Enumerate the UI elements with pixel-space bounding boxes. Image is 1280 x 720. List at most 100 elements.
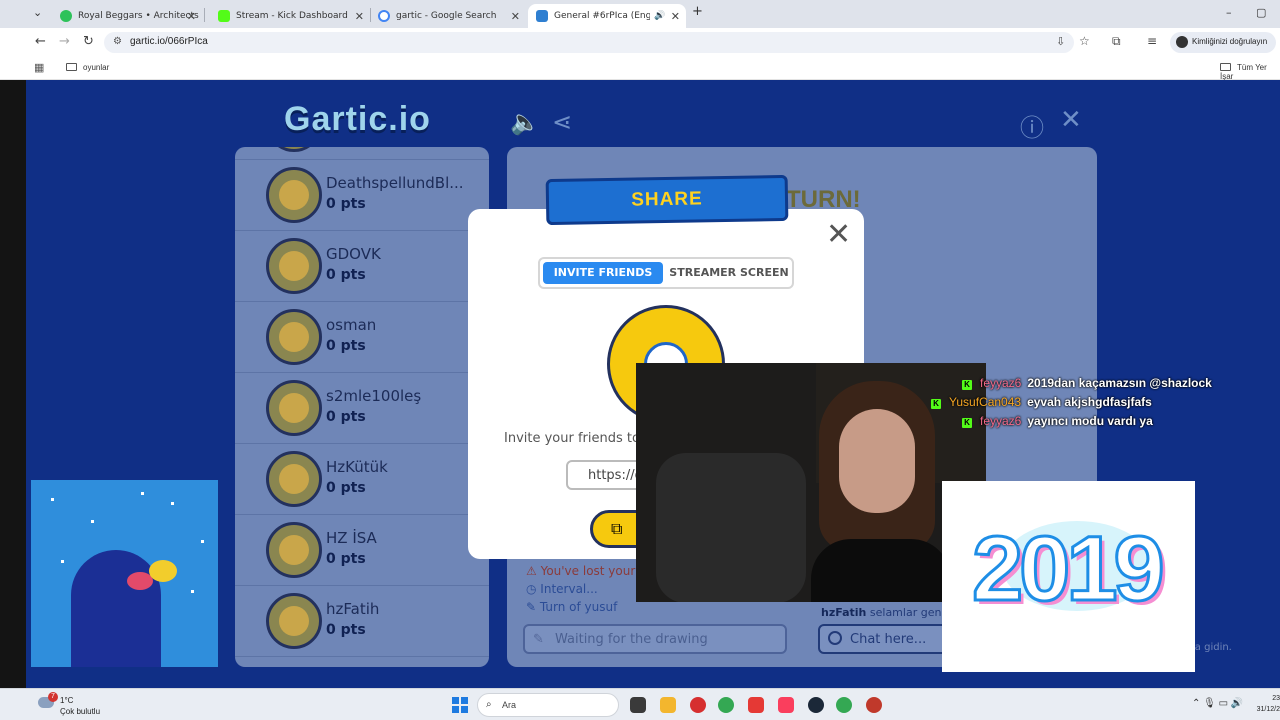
- app-icon[interactable]: [866, 697, 882, 713]
- stream-chat-message: Kfeyyaz6 yayıncı modu vardı ya: [930, 414, 1230, 433]
- player-points: 0 pts: [326, 480, 366, 496]
- player-points: 0 pts: [326, 196, 366, 212]
- bookmark-star-icon[interactable]: ☆: [1079, 34, 1090, 48]
- close-modal-icon[interactable]: ✕: [826, 220, 851, 250]
- copy-icon: ⧉: [611, 519, 623, 538]
- pencil-icon: ✎: [533, 632, 544, 647]
- flash-app-icon[interactable]: [748, 697, 764, 713]
- player-row: osman 0 pts: [235, 302, 489, 373]
- app-red-icon[interactable]: [690, 697, 706, 713]
- status-turn-of: ✎ Turn of yusuf: [526, 600, 618, 614]
- chrome-icon[interactable]: [718, 697, 734, 713]
- player-avatar: [266, 309, 322, 365]
- chrome-icon-2[interactable]: [836, 697, 852, 713]
- tab-invite-friends[interactable]: INVITE FRIENDS: [543, 262, 663, 284]
- media-control-icon[interactable]: ≡: [1147, 34, 1157, 48]
- answer-input[interactable]: ✎ Waiting for the drawing: [523, 624, 787, 654]
- apps-grid-icon[interactable]: ▦: [34, 61, 44, 74]
- player-name: s2mle100leş: [326, 387, 422, 405]
- weather-badge: 7: [48, 692, 58, 702]
- folder-icon: [1220, 63, 1231, 71]
- tab-royal-beggars[interactable]: Royal Beggars • Architects ✕: [52, 4, 202, 28]
- volume-icon[interactable]: 🔈: [510, 108, 540, 136]
- player-row: HZ İSA 0 pts: [235, 515, 489, 586]
- clock[interactable]: 23 31/12/2: [1250, 693, 1280, 715]
- player-avatar: [266, 451, 322, 507]
- chat-input[interactable]: Chat here...: [818, 624, 958, 654]
- info-icon[interactable]: ⓘ: [1020, 108, 1044, 143]
- new-tab-icon[interactable]: +: [692, 4, 703, 19]
- taskbar-search[interactable]: ⌕ Ara: [477, 693, 619, 717]
- speaker-icon[interactable]: 🔊: [654, 11, 665, 21]
- url-field[interactable]: ⚙ gartic.io/066rPIca: [104, 32, 1074, 53]
- player-points: 0 pts: [326, 338, 366, 354]
- reload-icon[interactable]: ↻: [83, 34, 94, 49]
- player-points: 0 pts: [326, 267, 366, 283]
- player-name: DeathspellundBl...: [326, 174, 464, 192]
- share-tab-switch: INVITE FRIENDS STREAMER SCREEN: [538, 257, 794, 289]
- screen-edge: [0, 80, 26, 688]
- new-year-2019-card: 2019: [942, 481, 1195, 672]
- music-app-icon[interactable]: [778, 697, 794, 713]
- kick-badge-icon: K: [962, 380, 972, 390]
- system-tray[interactable]: ⌃ 🎙 ▭ 🔊: [1192, 698, 1243, 709]
- bookmark-folder-all[interactable]: Tüm Yer İşar: [1220, 63, 1280, 81]
- tab-title: gartic - Google Search: [396, 11, 497, 21]
- identity-verify-button[interactable]: Kimliğinizi doğrulayın: [1170, 32, 1276, 53]
- invite-text: Invite your friends to: [504, 431, 640, 446]
- bookmark-folder-oyunlar[interactable]: oyunlar: [66, 63, 109, 72]
- player-name: hzFatih: [326, 600, 380, 618]
- kick-favicon-icon: [218, 10, 230, 22]
- player-row: GDOVK 0 pts: [235, 231, 489, 302]
- player-name: HZ İSA: [326, 529, 377, 547]
- maximize-icon[interactable]: ▢: [1256, 6, 1266, 19]
- forward-icon[interactable]: →: [59, 34, 70, 49]
- player-avatar: [266, 593, 322, 649]
- tab-kick-dashboard[interactable]: Stream - Kick Dashboard ✕: [210, 4, 370, 28]
- back-icon[interactable]: ←: [35, 34, 46, 49]
- address-bar-row: ← → ↻ ⚙ gartic.io/066rPIca ⇩ ☆ ⧉ ≡ Kimli…: [0, 28, 1280, 56]
- task-view-icon[interactable]: [630, 697, 646, 713]
- player-avatar: [266, 167, 322, 223]
- share-icon[interactable]: ⋖: [552, 108, 572, 136]
- player-row: [235, 147, 489, 160]
- site-info-icon[interactable]: ⚙: [113, 36, 122, 47]
- player-avatar: [266, 238, 322, 294]
- tab-streamer-screen[interactable]: STREAMER SCREEN: [668, 262, 790, 284]
- answer-placeholder: Waiting for the drawing: [555, 632, 708, 647]
- player-name: HzKütük: [326, 458, 388, 476]
- share-title-banner: SHARE: [545, 174, 789, 226]
- install-app-icon[interactable]: ⇩: [1056, 35, 1065, 48]
- weather-temp: 1°C: [60, 696, 74, 705]
- tab-search-icon[interactable]: ⌄: [33, 6, 42, 19]
- steam-icon[interactable]: [808, 697, 824, 713]
- windows-start-icon[interactable]: [452, 697, 468, 713]
- stream-chat-message: Kfeyyaz6 2019dan kaçamazsın @shazlock: [930, 376, 1230, 395]
- close-tab-icon[interactable]: ✕: [187, 10, 196, 23]
- status-interval: ◷ Interval...: [526, 582, 598, 596]
- minimize-icon[interactable]: –: [1226, 6, 1232, 19]
- identity-label: Kimliğinizi doğrulayın: [1192, 37, 1268, 46]
- chat-placeholder: Chat here...: [850, 632, 927, 647]
- extensions-icon[interactable]: ⧉: [1112, 34, 1121, 49]
- close-tab-icon[interactable]: ✕: [355, 10, 364, 23]
- close-tab-icon[interactable]: ✕: [671, 10, 680, 23]
- close-tab-icon[interactable]: ✕: [511, 10, 520, 23]
- player-avatar: [266, 522, 322, 578]
- tab-google-search[interactable]: gartic - Google Search ✕: [370, 4, 526, 28]
- status-lost-turn: ⚠ You've lost your tu: [526, 564, 652, 578]
- player-name: osman: [326, 316, 377, 334]
- chat-message: hzFatih selamlar gençle: [821, 606, 958, 619]
- windows-taskbar: 7 1°C Çok bulutlu ⌕ Ara ⌃ 🎙 ▭ 🔊 23 31/12…: [0, 688, 1280, 720]
- bookmark-label: oyunlar: [83, 63, 110, 72]
- bookmarks-bar: ▦ oyunlar Tüm Yer İşar: [0, 56, 1280, 81]
- stream-chat-overlay: Kfeyyaz6 2019dan kaçamazsın @shazlock K Yu…: [930, 376, 1230, 433]
- tab-title: Royal Beggars • Architects: [78, 11, 199, 21]
- weather-desc: Çok bulutlu: [60, 707, 101, 716]
- kick-badge-icon: K: [931, 399, 941, 409]
- file-explorer-icon[interactable]: [660, 697, 676, 713]
- player-row: DeathspellundBl... 0 pts: [235, 160, 489, 231]
- gartic-logo: Gartic.io: [284, 100, 431, 138]
- exit-icon[interactable]: ✕: [1060, 105, 1082, 135]
- tab-gartic-active[interactable]: General #6rPIca (English) - 🔊 ✕: [528, 4, 686, 28]
